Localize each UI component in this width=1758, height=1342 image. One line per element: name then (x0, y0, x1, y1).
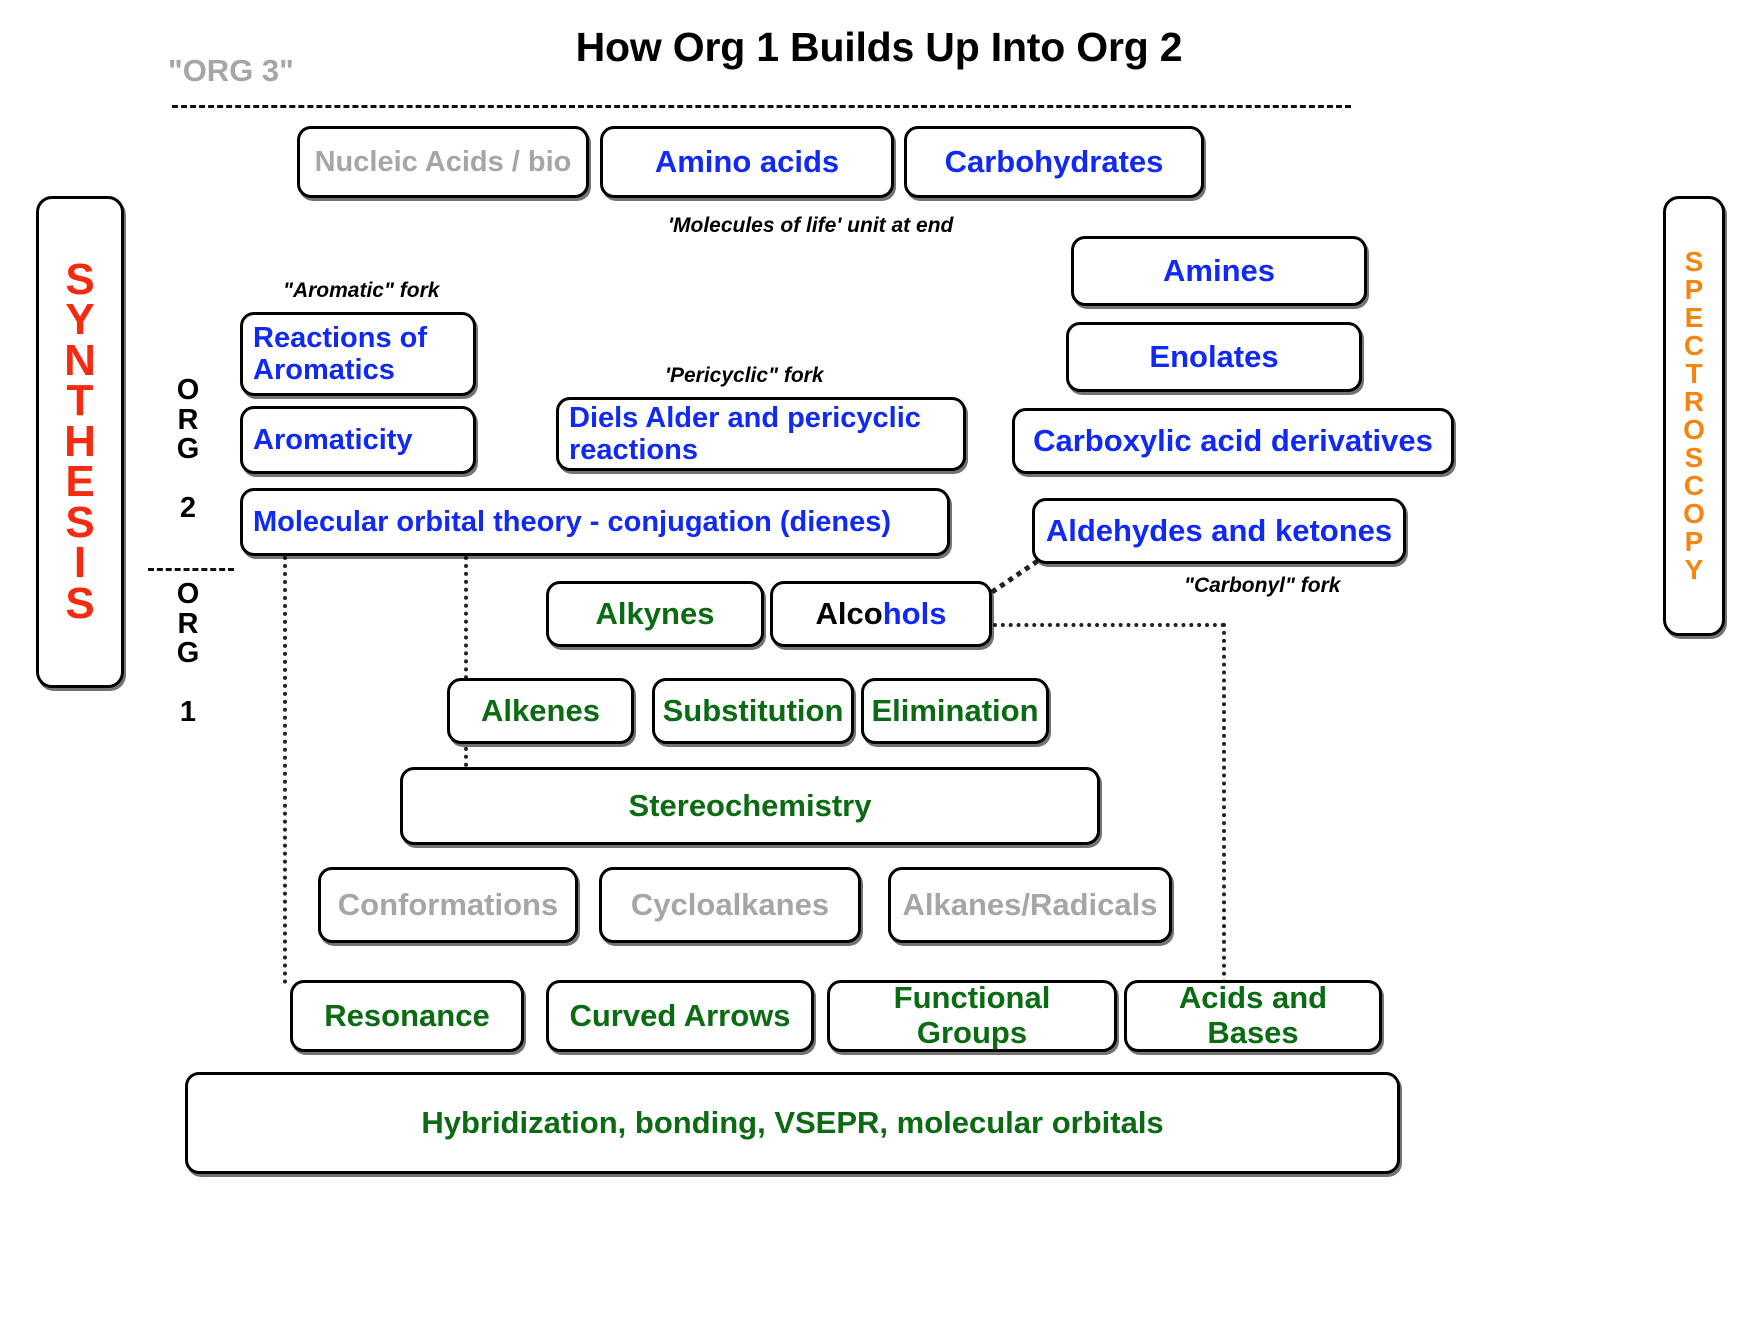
box-label-part2: hols (882, 595, 947, 631)
box-amino-acids[interactable]: Amino acids (600, 126, 894, 198)
box-curved-arrows[interactable]: Curved Arrows (546, 980, 814, 1052)
rail-letter: O (1683, 498, 1705, 529)
connector-alcohols-right (993, 623, 1225, 627)
box-stereochemistry[interactable]: Stereochemistry (400, 767, 1100, 845)
box-label: Amines (1163, 252, 1275, 288)
box-label: Curved Arrows (569, 997, 791, 1033)
box-label: Aromaticity (253, 423, 413, 456)
box-label: Nucleic Acids / bio (314, 145, 572, 178)
rail-letter: H (64, 416, 96, 466)
rail-letter: S (1684, 246, 1704, 277)
box-label: Diels Alder and pericyclic reactions (569, 401, 921, 466)
box-alkanes-radicals[interactable]: Alkanes/Radicals (888, 867, 1172, 943)
caption-aromatic-fork: "Aromatic" fork (283, 279, 440, 302)
connector-alcohols-to-acids (1222, 623, 1226, 984)
diagram-canvas: How Org 1 Builds Up Into Org 2 "ORG 3" S… (0, 0, 1758, 1342)
box-label: Alkenes (481, 692, 600, 728)
box-label: Molecular orbital theory - conjugation (… (253, 505, 892, 538)
rail-letter: I (73, 538, 87, 588)
caption-pericyclic-fork: 'Pericyclic" fork (665, 364, 824, 387)
org3-divider (172, 105, 1351, 108)
rail-letter: T (66, 376, 94, 426)
box-alkenes[interactable]: Alkenes (447, 678, 634, 744)
box-label: Alkanes/Radicals (902, 886, 1158, 922)
rail-letter: S (65, 254, 95, 304)
rail-letter: C (1683, 330, 1705, 361)
box-nucleic-acids[interactable]: Nucleic Acids / bio (297, 126, 589, 198)
box-label: Elimination (871, 692, 1039, 728)
box-carbohydrates[interactable]: Carbohydrates (904, 126, 1204, 198)
box-resonance[interactable]: Resonance (290, 980, 524, 1052)
rail-letter: S (1684, 442, 1704, 473)
rail-letter: E (1684, 302, 1704, 333)
box-aldehydes-and-ketones[interactable]: Aldehydes and ketones (1032, 498, 1406, 564)
box-label: Alkynes (595, 595, 715, 631)
rail-letter: S (65, 578, 95, 628)
box-label: Enolates (1149, 338, 1279, 374)
rail-letter: R (1683, 386, 1705, 417)
synthesis-rail: S Y N T H E S I S (36, 196, 124, 688)
box-enolates[interactable]: Enolates (1066, 322, 1362, 392)
box-functional-groups[interactable]: Functional Groups (827, 980, 1117, 1052)
rail-letter: S (65, 497, 95, 547)
box-label: Stereochemistry (628, 787, 872, 823)
box-carboxylic-acid-derivatives[interactable]: Carboxylic acid derivatives (1012, 408, 1454, 474)
box-label: Acids and Bases (1178, 980, 1328, 1050)
box-cycloalkanes[interactable]: Cycloalkanes (599, 867, 861, 943)
rail-letter: T (1685, 358, 1703, 389)
rail-letter: N (64, 335, 96, 385)
tier-label-org2: O R G 2 (176, 374, 200, 525)
box-label-part1: Alco (815, 595, 883, 631)
spectroscopy-rail: S P E C T R O S C O P Y (1663, 196, 1725, 636)
box-label: Amino acids (654, 143, 840, 179)
box-conformations[interactable]: Conformations (318, 867, 578, 943)
tier-label-org1: O R G 1 (176, 578, 200, 729)
box-molecular-orbital-theory[interactable]: Molecular orbital theory - conjugation (… (240, 488, 950, 556)
box-hybridization[interactable]: Hybridization, bonding, VSEPR, molecular… (185, 1072, 1400, 1174)
rail-letter: P (1684, 274, 1704, 305)
box-alcohols[interactable]: Alco hols (770, 581, 992, 647)
box-label: Aldehydes and ketones (1045, 512, 1393, 548)
box-reactions-of-aromatics[interactable]: Reactions of Aromatics (240, 312, 476, 396)
rail-letter: Y (1684, 554, 1704, 585)
box-label: Carbohydrates (944, 143, 1164, 179)
box-acids-and-bases[interactable]: Acids and Bases (1124, 980, 1382, 1052)
box-label: Reactions of Aromatics (253, 321, 428, 386)
box-alkynes[interactable]: Alkynes (546, 581, 764, 647)
box-label: Carboxylic acid derivatives (1033, 422, 1433, 458)
caption-carbonyl-fork: "Carbonyl" fork (1184, 574, 1341, 597)
box-label: Hybridization, bonding, VSEPR, molecular… (421, 1104, 1164, 1140)
box-aromaticity[interactable]: Aromaticity (240, 406, 476, 474)
rail-letter: C (1683, 470, 1705, 501)
org3-label: "ORG 3" (168, 53, 294, 88)
rail-letter: E (65, 457, 95, 507)
org2-org1-divider (148, 568, 234, 571)
box-label: Substitution (662, 692, 844, 728)
box-label: Functional Groups (893, 980, 1051, 1050)
rail-letter: Y (65, 295, 95, 345)
box-diels-alder[interactable]: Diels Alder and pericyclic reactions (556, 397, 966, 471)
box-label: Cycloalkanes (630, 886, 830, 922)
rail-letter: P (1684, 526, 1704, 557)
connector-mo-to-resonance (283, 556, 287, 984)
box-amines[interactable]: Amines (1071, 236, 1367, 306)
box-substitution[interactable]: Substitution (652, 678, 854, 744)
box-elimination[interactable]: Elimination (861, 678, 1049, 744)
box-label: Conformations (337, 886, 559, 922)
box-label: Resonance (324, 997, 490, 1033)
rail-letter: O (1683, 414, 1705, 445)
caption-molecules-of-life: 'Molecules of life' unit at end (668, 214, 954, 237)
